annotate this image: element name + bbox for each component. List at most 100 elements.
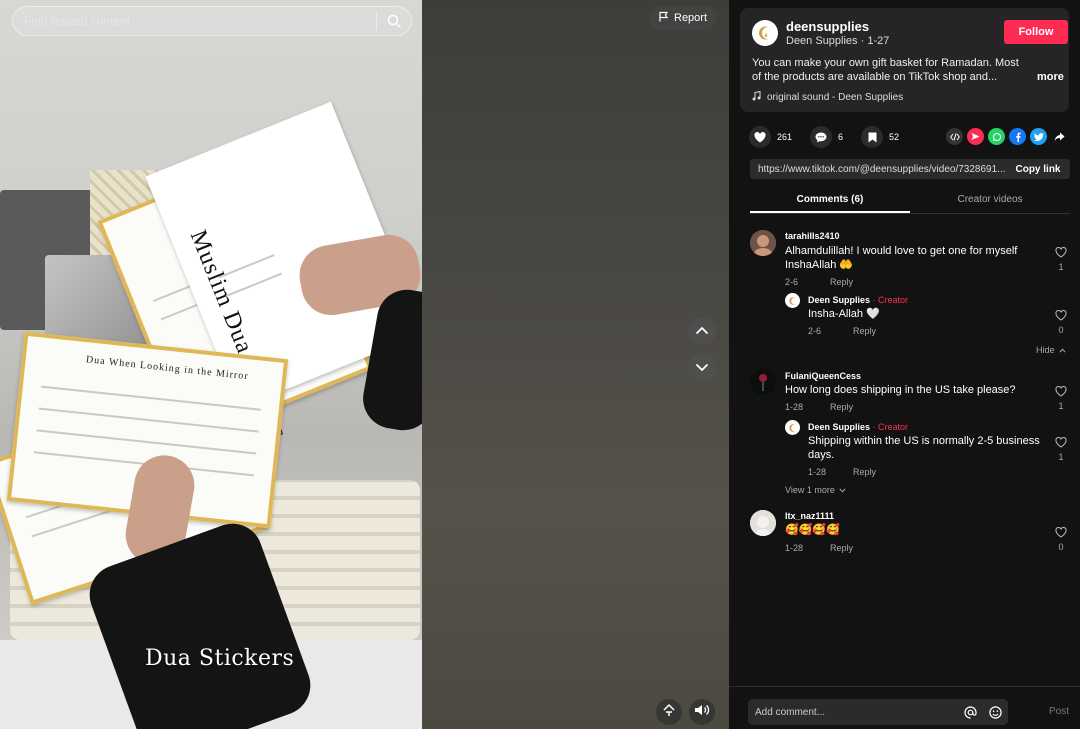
share-arrow-icon[interactable] xyxy=(1051,128,1068,145)
chevron-down-icon xyxy=(695,359,709,377)
reply-button[interactable]: Reply xyxy=(830,277,853,287)
tab-comments[interactable]: Comments (6) xyxy=(750,188,910,213)
copy-link-button[interactable]: Copy link xyxy=(1006,164,1070,175)
reply-username[interactable]: Deen Supplies · Creator xyxy=(808,422,908,432)
follow-button[interactable]: Follow xyxy=(1004,20,1068,44)
heart-icon[interactable] xyxy=(749,126,771,148)
card-line xyxy=(38,407,259,433)
volume-button[interactable] xyxy=(689,699,715,725)
heart-outline-icon[interactable] xyxy=(1055,436,1067,450)
chevron-up-icon xyxy=(695,322,709,340)
report-label: Report xyxy=(674,12,708,24)
tab-creator-videos[interactable]: Creator videos xyxy=(910,188,1070,213)
whatsapp-icon[interactable] xyxy=(988,128,1005,145)
hide-replies-button[interactable]: Hide xyxy=(1036,345,1066,355)
video-player[interactable]: Muslim Dua Stickers Dua When Looking in … xyxy=(0,0,729,729)
comment-tabs: Comments (6) Creator videos xyxy=(750,188,1070,214)
user-photo-icon xyxy=(750,510,776,536)
reply-button[interactable]: Reply xyxy=(853,326,876,336)
card-line xyxy=(40,385,261,411)
side-panel: deensupplies Deen Supplies · 1-27 Follow… xyxy=(729,0,1080,729)
creator-display-name[interactable]: Deen Supplies xyxy=(786,35,858,47)
mirror-card-title: Dua When Looking in the Mirror xyxy=(85,354,250,383)
comment-input[interactable] xyxy=(755,706,958,718)
card-line xyxy=(218,254,275,279)
commenter-avatar[interactable] xyxy=(750,369,776,395)
reply-username[interactable]: Deen Supplies · Creator xyxy=(808,295,908,305)
reply-text: Insha-Allah 🤍 xyxy=(808,308,880,320)
search-icon[interactable] xyxy=(377,6,411,36)
comment-username[interactable]: FulaniQueenCess xyxy=(785,371,861,381)
mention-icon[interactable] xyxy=(958,705,982,719)
card-line xyxy=(36,429,257,455)
video-caption-overlay: Dua Stickers xyxy=(145,646,295,671)
card-line xyxy=(225,272,283,297)
embed-icon[interactable] xyxy=(946,128,963,145)
reply-button[interactable]: Reply xyxy=(830,543,853,553)
reply-avatar[interactable] xyxy=(785,420,800,435)
commenter-avatar[interactable] xyxy=(750,230,776,256)
post-date: 1-27 xyxy=(867,35,890,47)
sound-name: original sound - Deen Supplies xyxy=(767,92,904,103)
rose-icon xyxy=(750,369,776,395)
video-frame[interactable]: Muslim Dua Stickers Dua When Looking in … xyxy=(0,0,422,729)
like-count: 261 xyxy=(777,132,793,142)
search-bar[interactable] xyxy=(12,6,412,36)
comment-username[interactable]: ltx_naz1111 xyxy=(785,511,834,521)
next-video-button[interactable] xyxy=(688,354,716,382)
reply-like[interactable]: 1 xyxy=(1055,436,1067,462)
comment-text: How long does shipping in the US take pl… xyxy=(785,384,1016,396)
comment-like-count: 0 xyxy=(1058,542,1064,552)
comment-bubble-icon[interactable] xyxy=(810,126,833,148)
reply-date: 2-6 xyxy=(808,326,822,336)
like-action[interactable]: 261 xyxy=(749,126,792,148)
sound-link[interactable]: original sound - Deen Supplies xyxy=(752,90,904,104)
report-button[interactable]: Report xyxy=(649,6,718,30)
creator-username[interactable]: deensupplies xyxy=(786,19,869,34)
comment-action[interactable]: 6 xyxy=(810,126,843,148)
bookmark-icon[interactable] xyxy=(861,126,884,148)
creator-avatar[interactable] xyxy=(752,20,778,46)
comment-like-count: 1 xyxy=(1058,262,1064,272)
reply-button[interactable]: Reply xyxy=(853,467,876,477)
video-link[interactable]: https://www.tiktok.com/@deensupplies/vid… xyxy=(750,164,1006,175)
comment-text: Alhamdulillah! I would love to get one f… xyxy=(785,245,1018,271)
comment-count: 6 xyxy=(838,132,844,142)
reply-button[interactable]: Reply xyxy=(830,402,853,412)
commenter-avatar[interactable] xyxy=(750,510,776,536)
creator-badge: · Creator xyxy=(872,422,909,432)
comment-like[interactable]: 1 xyxy=(1055,385,1067,411)
reply-like-count: 1 xyxy=(1058,452,1064,462)
reply-user-name[interactable]: Deen Supplies xyxy=(808,295,870,305)
comment-like[interactable]: 0 xyxy=(1055,526,1067,552)
heart-outline-icon[interactable] xyxy=(1055,309,1067,323)
save-action[interactable]: 52 xyxy=(861,126,899,148)
creator-badge: · Creator xyxy=(872,295,909,305)
heart-outline-icon[interactable] xyxy=(1055,526,1067,540)
facebook-icon[interactable] xyxy=(1009,128,1026,145)
reply-like-count: 0 xyxy=(1058,325,1064,335)
reply-avatar[interactable] xyxy=(785,293,800,308)
comment-input-box[interactable] xyxy=(748,699,1008,725)
save-count: 52 xyxy=(889,132,900,142)
previous-video-button[interactable] xyxy=(688,317,716,345)
music-note-icon xyxy=(752,90,761,104)
comment-like[interactable]: 1 xyxy=(1055,246,1067,272)
comment-text: 🥰🥰🥰🥰 xyxy=(785,524,840,536)
heart-outline-icon[interactable] xyxy=(1055,385,1067,399)
search-input[interactable] xyxy=(24,14,376,28)
comment-username[interactable]: tarahills2410 xyxy=(785,231,840,241)
send-icon[interactable] xyxy=(967,128,984,145)
action-bar: 261 6 52 xyxy=(749,126,917,148)
emoji-icon[interactable] xyxy=(982,705,1008,719)
post-button[interactable]: Post xyxy=(1049,706,1069,717)
floating-player-button[interactable] xyxy=(656,699,682,725)
view-more-label: View 1 more xyxy=(785,485,835,495)
reply-like[interactable]: 0 xyxy=(1055,309,1067,335)
twitter-icon[interactable] xyxy=(1030,128,1047,145)
view-more-replies-button[interactable]: View 1 more xyxy=(785,485,846,495)
hide-label: Hide xyxy=(1036,345,1055,355)
reply-user-name[interactable]: Deen Supplies xyxy=(808,422,870,432)
heart-outline-icon[interactable] xyxy=(1055,246,1067,260)
more-button[interactable]: more xyxy=(1037,71,1064,83)
